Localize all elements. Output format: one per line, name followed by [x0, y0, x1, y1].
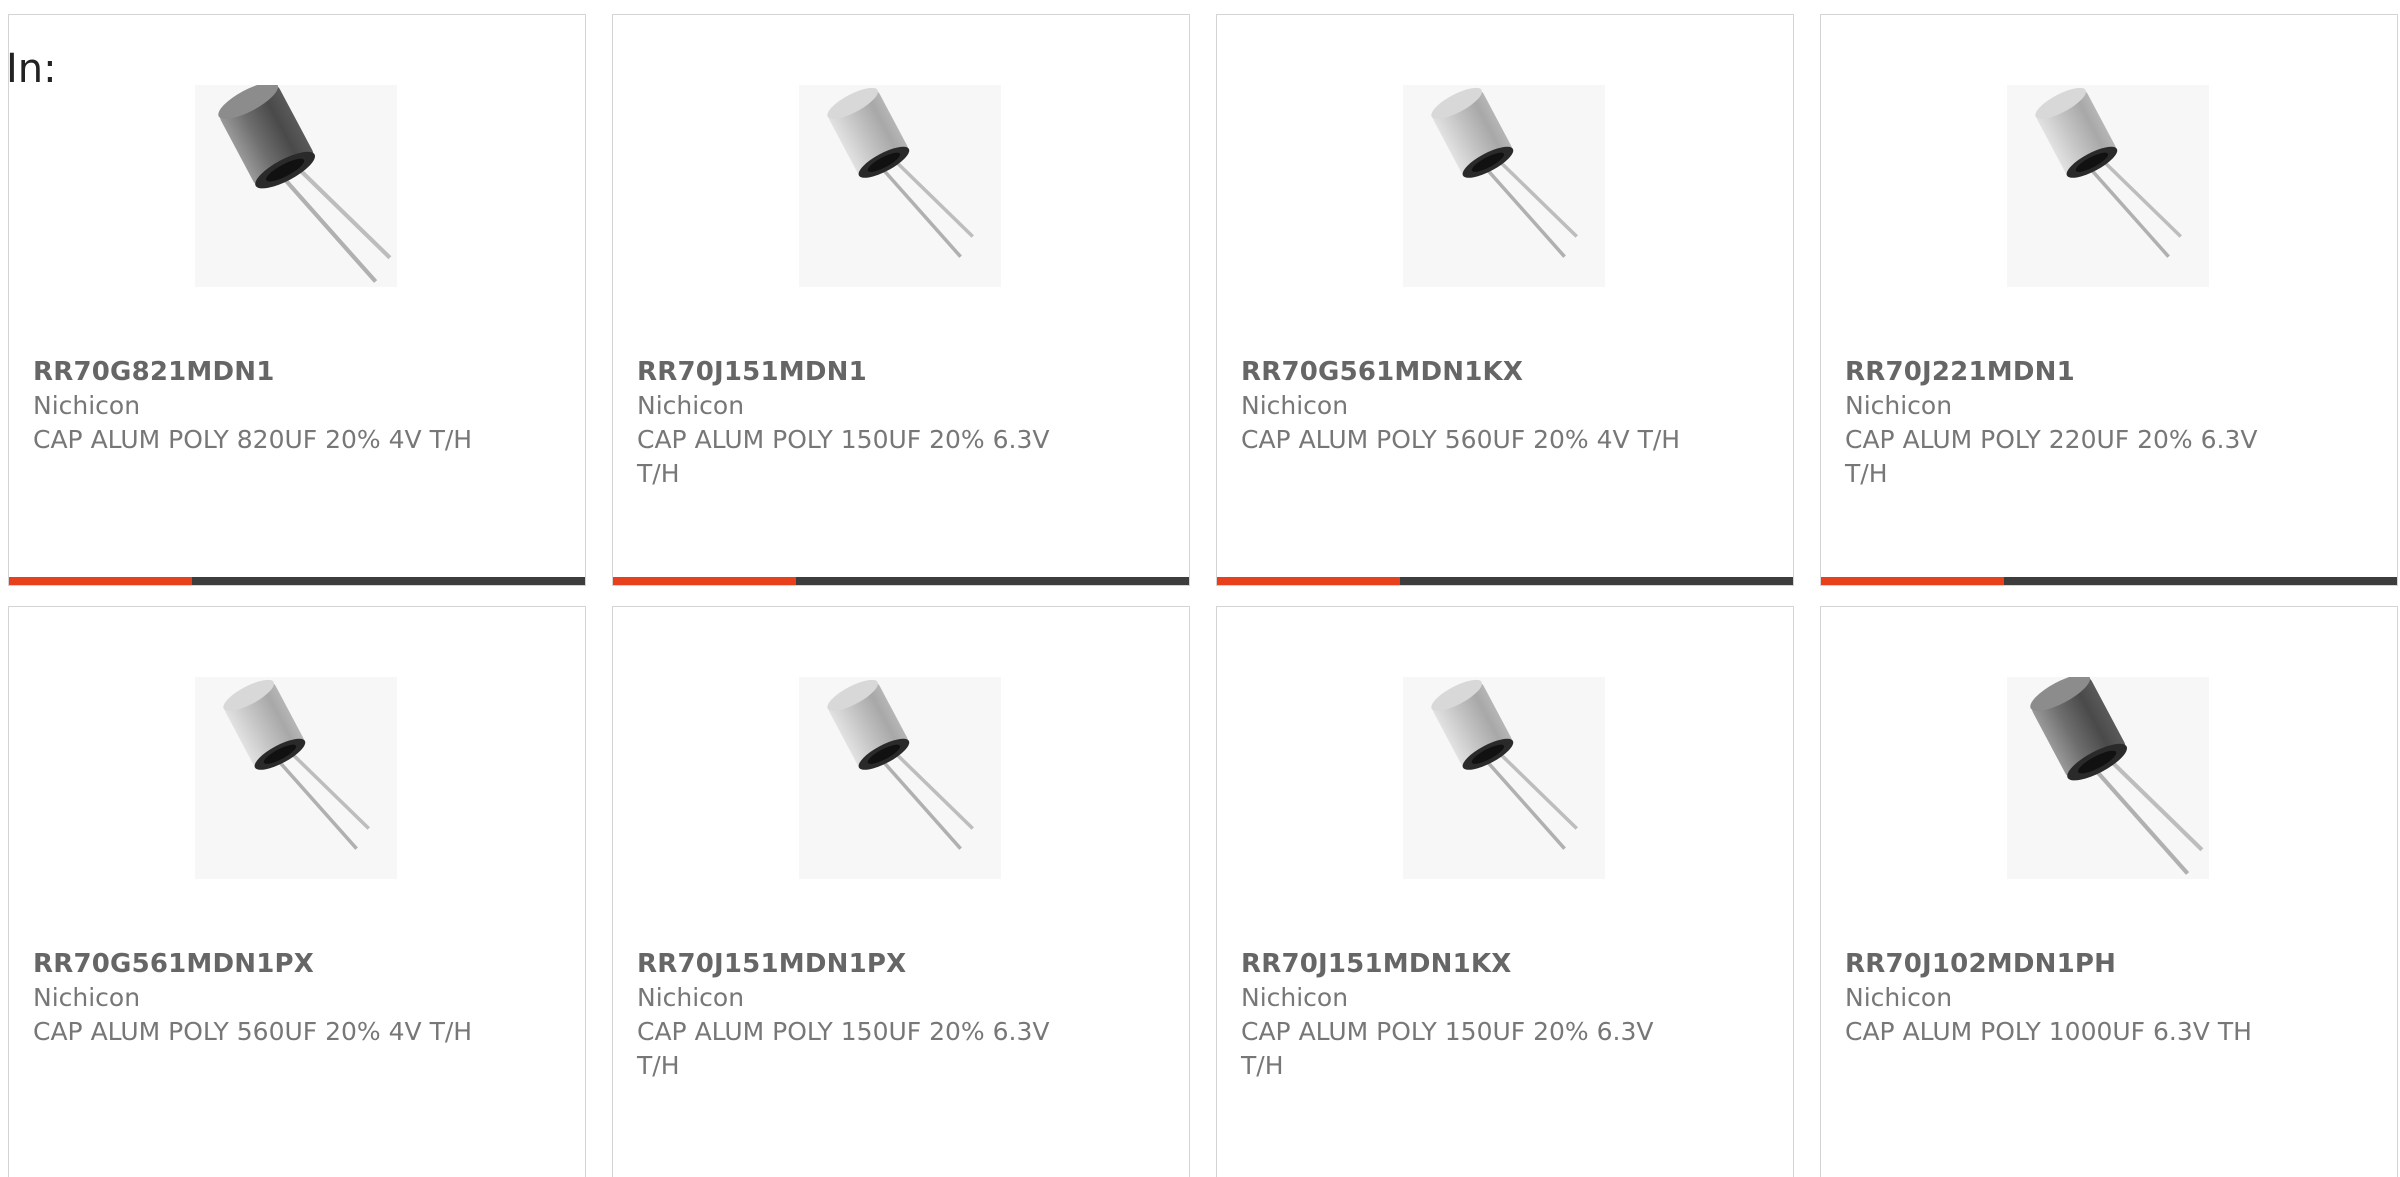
manufacturer: Nichicon: [1845, 983, 1953, 1012]
product-description: CAP ALUM POLY 560UF 20% 4V T/H: [33, 1017, 473, 1046]
capacitor-icon: [1431, 87, 1578, 258]
card-accent-bar: [1821, 577, 2397, 585]
card-accent-bar: [1217, 577, 1793, 585]
product-card[interactable]: RR70J151MDN1 Nichicon CAP ALUM POLY 150U…: [612, 14, 1190, 586]
product-description: CAP ALUM POLY 220UF 20% 6.3V T/H: [1845, 425, 2258, 488]
capacitor-icon: [223, 679, 370, 850]
part-number[interactable]: RR70J102MDN1PH: [1845, 947, 2373, 981]
manufacturer: Nichicon: [1241, 983, 1349, 1012]
product-card[interactable]: RR70G561MDN1KX Nichicon CAP ALUM POLY 56…: [1216, 14, 1794, 586]
product-description: CAP ALUM POLY 150UF 20% 6.3V T/H: [637, 1017, 1050, 1080]
capacitor-icon: [827, 87, 974, 258]
product-description: CAP ALUM POLY 150UF 20% 6.3V T/H: [637, 425, 1050, 488]
product-info: RR70J102MDN1PH Nichicon CAP ALUM POLY 10…: [1845, 947, 2373, 1049]
capacitor-icon: [218, 85, 392, 283]
capacitor-icon: [2030, 677, 2204, 875]
product-card[interactable]: RR70G821MDN1 Nichicon CAP ALUM POLY 820U…: [8, 14, 586, 586]
capacitor-product-image[interactable]: [2007, 85, 2209, 287]
capacitor-product-image[interactable]: [799, 85, 1001, 287]
capacitor-product-image[interactable]: [1403, 85, 1605, 287]
manufacturer: Nichicon: [637, 391, 745, 420]
product-description: CAP ALUM POLY 820UF 20% 4V T/H: [33, 425, 473, 454]
part-number[interactable]: RR70G561MDN1KX: [1241, 355, 1769, 389]
manufacturer: Nichicon: [33, 391, 141, 420]
part-number[interactable]: RR70J221MDN1: [1845, 355, 2373, 389]
product-description: CAP ALUM POLY 1000UF 6.3V TH: [1845, 1017, 2252, 1046]
product-grid: RR70G821MDN1 Nichicon CAP ALUM POLY 820U…: [8, 14, 2398, 1177]
manufacturer: Nichicon: [1845, 391, 1953, 420]
product-info: RR70G821MDN1 Nichicon CAP ALUM POLY 820U…: [33, 355, 561, 457]
part-number[interactable]: RR70G561MDN1PX: [33, 947, 561, 981]
product-card[interactable]: RR70J221MDN1 Nichicon CAP ALUM POLY 220U…: [1820, 14, 2398, 586]
filter-in-label: In:: [6, 46, 57, 92]
product-info: RR70J151MDN1PX Nichicon CAP ALUM POLY 15…: [637, 947, 1165, 1083]
product-card[interactable]: RR70G561MDN1PX Nichicon CAP ALUM POLY 56…: [8, 606, 586, 1177]
capacitor-product-image[interactable]: [195, 85, 397, 287]
product-info: RR70J151MDN1 Nichicon CAP ALUM POLY 150U…: [637, 355, 1165, 491]
manufacturer: Nichicon: [1241, 391, 1349, 420]
product-card[interactable]: RR70J151MDN1PX Nichicon CAP ALUM POLY 15…: [612, 606, 1190, 1177]
manufacturer: Nichicon: [33, 983, 141, 1012]
product-description: CAP ALUM POLY 150UF 20% 6.3V T/H: [1241, 1017, 1654, 1080]
manufacturer: Nichicon: [637, 983, 745, 1012]
card-accent-highlight: [1217, 577, 1400, 585]
product-info: RR70G561MDN1PX Nichicon CAP ALUM POLY 56…: [33, 947, 561, 1049]
product-card[interactable]: RR70J151MDN1KX Nichicon CAP ALUM POLY 15…: [1216, 606, 1794, 1177]
product-info: RR70J151MDN1KX Nichicon CAP ALUM POLY 15…: [1241, 947, 1769, 1083]
card-accent-bar: [613, 577, 1189, 585]
product-description: CAP ALUM POLY 560UF 20% 4V T/H: [1241, 425, 1681, 454]
capacitor-icon: [1431, 679, 1578, 850]
part-number[interactable]: RR70J151MDN1PX: [637, 947, 1165, 981]
capacitor-icon: [827, 679, 974, 850]
card-accent-bar: [9, 577, 585, 585]
capacitor-product-image[interactable]: [195, 677, 397, 879]
part-number[interactable]: RR70J151MDN1KX: [1241, 947, 1769, 981]
product-info: RR70J221MDN1 Nichicon CAP ALUM POLY 220U…: [1845, 355, 2373, 491]
capacitor-product-image[interactable]: [1403, 677, 1605, 879]
part-number[interactable]: RR70G821MDN1: [33, 355, 561, 389]
card-accent-highlight: [613, 577, 796, 585]
card-accent-highlight: [9, 577, 192, 585]
part-number[interactable]: RR70J151MDN1: [637, 355, 1165, 389]
product-info: RR70G561MDN1KX Nichicon CAP ALUM POLY 56…: [1241, 355, 1769, 457]
card-accent-highlight: [1821, 577, 2004, 585]
capacitor-icon: [2035, 87, 2182, 258]
product-card[interactable]: RR70J102MDN1PH Nichicon CAP ALUM POLY 10…: [1820, 606, 2398, 1177]
capacitor-product-image[interactable]: [799, 677, 1001, 879]
capacitor-product-image[interactable]: [2007, 677, 2209, 879]
